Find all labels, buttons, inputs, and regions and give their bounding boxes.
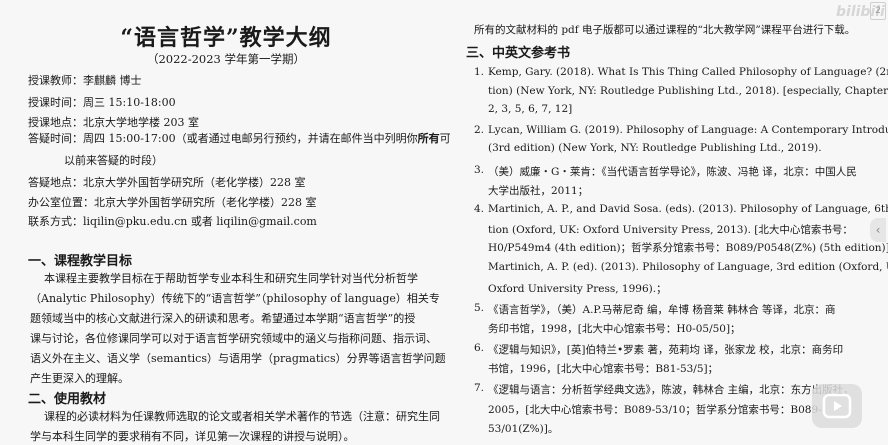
ref-line: 2005，[北大中心馆索书号：B089-53/10；哲学系分馆索书号：B089- [488,404,822,416]
ref-number: 5. [474,302,485,314]
info-office: 办公室位置：北京大学外国哲学研究所（老化学楼）228 室 [28,196,317,209]
page-number-badge: 2 [870,2,886,20]
section1-line: 课与讨论，各位修课同学可以对于语言哲学研究领域中的涵义与指称问题、指示词、 [30,332,437,345]
info-office-hours-cont: 以前来答疑的时段） [64,154,163,167]
ref-line: Kemp, Gary. (2018). What Is This Thing C… [488,66,888,78]
ref-line: tion) (New York, NY: Routledge Publishin… [488,85,888,97]
section1-line: 本课程主要教学目标在于帮助哲学专业本科生和研究生同学针对当代分析哲学 [44,272,418,285]
ref-line: tion (Oxford, UK: Oxford University Pres… [488,224,853,236]
ref-line: (3rd edition) (New York, NY: Routledge P… [488,142,822,154]
page-title: “语言哲学”教学大纲 [120,25,332,51]
section3-heading: 三、中英文参考书 [466,46,571,61]
ref-line: H0/P549m4 (4th edition)；哲学系分馆索书号：B089/P0… [488,242,888,254]
play-icon [822,393,852,419]
ref-number: 1. [474,66,485,78]
ref-line: Lycan, William G. (2019). Philosophy of … [488,124,888,136]
ref-line: 《逻辑与语言：分析哲学经典文选》，陈波，韩林合 主编，北京：东方出版社， [488,384,854,396]
section2-heading: 二、使用教材 [28,392,107,407]
ref-line: 务印书馆，1998，[北大中心馆索书号：H0-05/50]； [488,323,741,335]
ref-number: 7. [474,382,485,394]
ref-line: Martinich, A. P. (ed). (2013). Philosoph… [488,261,888,273]
document-page: “语言哲学”教学大纲 （2022-2023 学年第一学期） 授课教师：李麒麟 博… [0,0,888,445]
ref-number: 3. [474,164,485,176]
ref-number: 6. [474,342,485,354]
info-location: 授课地点：北京大学地学楼 203 室 [28,116,199,129]
ref-line: 书馆，1996，[北大中心馆索书号：B81-53/5]； [488,363,719,375]
info-contact: 联系方式：liqilin@pku.edu.cn 或者 liqilin@gmail… [28,215,317,228]
info-office-hours-location: 答疑地点：北京大学外国哲学研究所（老化学楼）228 室 [28,176,306,189]
section1-heading: 一、课程教学目标 [28,254,133,269]
section1-line: 产生更深入的理解。 [30,372,129,385]
ref-number: 2. [474,124,485,136]
info-teacher: 授课教师：李麒麟 博士 [28,74,142,87]
section1-line: 语义外在主义、语义学（semantics）与语用学（pragmatics）分界等… [30,352,446,365]
page-subtitle: （2022-2023 学年第一学期） [146,52,306,66]
ref-line: 2, 3, 5, 6, 7, 12] [488,103,573,115]
ref-line: 53/01(Z%)]。 [488,423,559,435]
ref-line: （美）威廉・G・莱肯：《当代语言哲学导论》，陈波、冯艳 译，北京：中国人民 [488,166,857,178]
ref-line: 《逻辑与知识》，[英]伯特兰•罗素 著，苑莉均 译，张家龙 校，北京：商务印 [488,344,844,356]
ref-number: 4. [474,203,485,215]
ref-line: Martinich, A. P., and David Sosa. (eds).… [488,203,888,215]
top-line: 所有的文献材料的 pdf 电子版都可以通过课程的“北大教学网”课程平台进行下载。 [474,24,856,36]
ref-line: 大学出版社，2011； [488,185,589,197]
section2-line: 学与本科生同学的要求稍有不同，详见第一次课程的讲授与说明）。 [30,430,355,443]
ref-line: Oxford University Press, 1996).； [488,283,667,295]
info-time: 授课时间：周三 15:10-18:00 [28,96,176,109]
chevron-left-icon[interactable]: ‹ [870,218,886,242]
play-button[interactable] [812,384,862,428]
ref-line: 《语言哲学》，（美）A.P.马蒂尼奇 编，牟博 杨音莱 韩林合 等译，北京：商 [488,304,836,316]
section2-line: 课程的必读材料为任课教师选取的论文或者相关学术著作的节选（注意：研究生同 [44,410,440,423]
info-office-hours: 答疑时间：周四 15:00-17:00（或者通过电邮另行预约，并请在邮件当中列明… [28,132,451,145]
section1-line: 题领域当中的核心文献进行深入的研读和思考。希望通过本学期“语言哲学”的授 [30,312,416,325]
section1-line: （Analytic Philosophy）传统下的“语言哲学”（philosop… [30,292,440,305]
